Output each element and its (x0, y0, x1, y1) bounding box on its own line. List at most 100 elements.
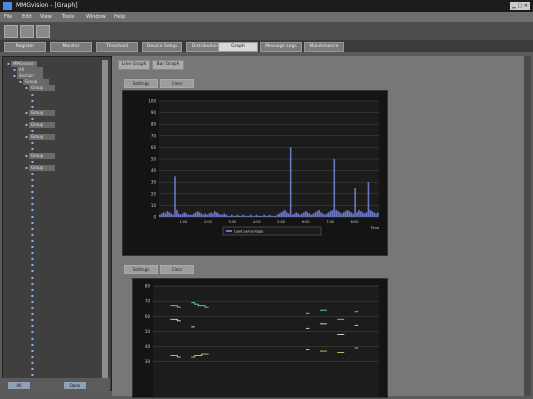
tree-node[interactable]: ▪ (31, 207, 61, 213)
tree-node[interactable]: ▪ (31, 183, 61, 189)
tree-node[interactable]: ▪ (31, 226, 61, 232)
tree-node[interactable]: ▪ (31, 268, 61, 274)
tree-node[interactable]: ▪ (31, 342, 61, 348)
tree-node[interactable]: ▪ MMGvision (7, 61, 37, 67)
tree-node[interactable]: ▪ (31, 98, 61, 104)
toolbar-button-1[interactable] (4, 25, 18, 38)
menu-file[interactable]: File (4, 14, 12, 20)
toolbar-button-2[interactable] (20, 25, 34, 38)
tree-node[interactable]: ▪ (31, 201, 61, 207)
node-icon: ▪ (31, 335, 35, 341)
chart1-clear-button[interactable]: Clear (160, 79, 194, 88)
tree-node[interactable]: ▪ (31, 336, 61, 342)
chart2-settings-button[interactable]: Settings (124, 265, 158, 274)
tree-node[interactable]: ▪ Group (25, 152, 55, 159)
bar (274, 215, 277, 217)
tree-node[interactable]: ▪ (31, 250, 61, 256)
tree-node[interactable]: ▪ (31, 159, 61, 165)
tree-node[interactable]: ▪ (31, 238, 61, 244)
bar (295, 212, 298, 217)
node-icon: ▪ (31, 366, 35, 371)
tab-monitor[interactable]: Monitor (50, 42, 92, 52)
bar (246, 215, 248, 217)
node-icon: ▪ (31, 183, 35, 188)
tree-node[interactable]: ▪ Group (25, 85, 55, 92)
tree-node[interactable]: ▪ Section (13, 73, 43, 80)
tree-node[interactable]: ▪ (31, 232, 61, 238)
tree-node[interactable]: ▪ (31, 171, 61, 177)
tree-node[interactable]: ▪ (31, 360, 61, 366)
chart2-clear-button[interactable]: Clear (160, 265, 194, 274)
main-scrollbar[interactable] (524, 56, 531, 396)
tab-register[interactable]: Register (4, 42, 46, 52)
bar (325, 213, 328, 217)
tree-node[interactable]: ▪ Group (19, 79, 49, 86)
tree-node[interactable]: ▪ (31, 281, 61, 287)
tree-node[interactable]: ▪ (31, 366, 61, 372)
menu-window[interactable]: Window (86, 14, 106, 20)
tree-node[interactable]: ▪ (31, 262, 61, 268)
tree-node[interactable]: ▪ (31, 311, 61, 317)
bar (204, 213, 207, 217)
tree-node[interactable]: ▪ Group (25, 134, 55, 141)
tree-node[interactable]: ▪ (31, 293, 61, 299)
tree-node[interactable]: ▪ All (13, 67, 43, 74)
tree-node[interactable]: ▪ (31, 329, 61, 335)
tree-node[interactable]: ▪ (31, 189, 61, 195)
tab-message-logs[interactable]: Message Logs (260, 42, 302, 52)
tree-node[interactable]: ▪ (31, 128, 61, 134)
tree-node-label: Group (22, 79, 49, 86)
tree-node[interactable]: ▪ (31, 177, 61, 183)
tree-node[interactable]: ▪ (31, 275, 61, 281)
tree-node[interactable]: ▪ (31, 104, 61, 110)
tab-device-setup[interactable]: Device Setup (142, 42, 182, 52)
menu-help[interactable]: Help (114, 14, 125, 20)
subtab-line-graph[interactable]: Line Graph (118, 60, 150, 70)
bar (280, 212, 282, 217)
bar (261, 215, 264, 217)
tree-node[interactable]: ▪ (31, 140, 61, 146)
tree-node[interactable]: ▪ (31, 116, 61, 122)
window-controls[interactable]: ▁ ▢ ✕ (510, 2, 530, 10)
tree-node[interactable]: ▪ (31, 348, 61, 354)
tab-maintenance[interactable]: Maintenance (304, 42, 344, 52)
sidebar-all-button[interactable]: All (8, 382, 30, 389)
toolbar-button-3[interactable] (36, 25, 50, 38)
bar (159, 214, 161, 217)
trend-chart-panel: 30 40 50 60 70 80 (132, 278, 388, 398)
tree-node[interactable]: ▪ (31, 146, 61, 152)
tree-node-label: Group (28, 109, 55, 116)
tree-node[interactable]: ▪ (31, 256, 61, 262)
tree-node[interactable]: ▪ (31, 287, 61, 293)
tab-graph[interactable]: Graph (218, 42, 258, 52)
menu-view[interactable]: View (40, 14, 52, 20)
sidebar-open-button[interactable]: Open (64, 382, 86, 389)
tree-node[interactable]: ▪ (31, 195, 61, 201)
y-tick-label: 70 (151, 133, 157, 138)
bar (352, 213, 355, 217)
tree-node[interactable]: ▪ (31, 214, 61, 220)
tree-node[interactable]: ▪ (31, 92, 61, 98)
bar (265, 215, 267, 217)
chart1-settings-button[interactable]: Settings (124, 79, 158, 88)
tab-threshold[interactable]: Threshold (96, 42, 138, 52)
tree-node[interactable]: ▪ Group (25, 164, 55, 171)
x-axis-label: Time (369, 226, 379, 230)
sidebar-scrollbar[interactable] (102, 60, 108, 378)
tree-node[interactable]: ▪ (31, 354, 61, 360)
tree-node[interactable]: ▪ (31, 317, 61, 323)
subtab-bar-graph[interactable]: Bar Graph (152, 60, 184, 70)
tree-node[interactable]: ▪ (31, 299, 61, 305)
bar (242, 214, 245, 217)
tree-node[interactable]: ▪ (31, 323, 61, 329)
node-icon: ▪ (31, 256, 35, 262)
tree-node[interactable]: ▪ (31, 305, 61, 311)
tree-node[interactable]: ▪ (31, 220, 61, 226)
menu-edit[interactable]: Edit (22, 14, 32, 20)
tree-node[interactable]: ▪ Group (25, 109, 55, 116)
menu-tools[interactable]: Tools (62, 14, 74, 20)
bar (221, 214, 224, 217)
tree-node[interactable]: ▪ Group (25, 122, 55, 128)
tree-node[interactable]: ▪ (31, 244, 61, 250)
bar (225, 214, 227, 217)
